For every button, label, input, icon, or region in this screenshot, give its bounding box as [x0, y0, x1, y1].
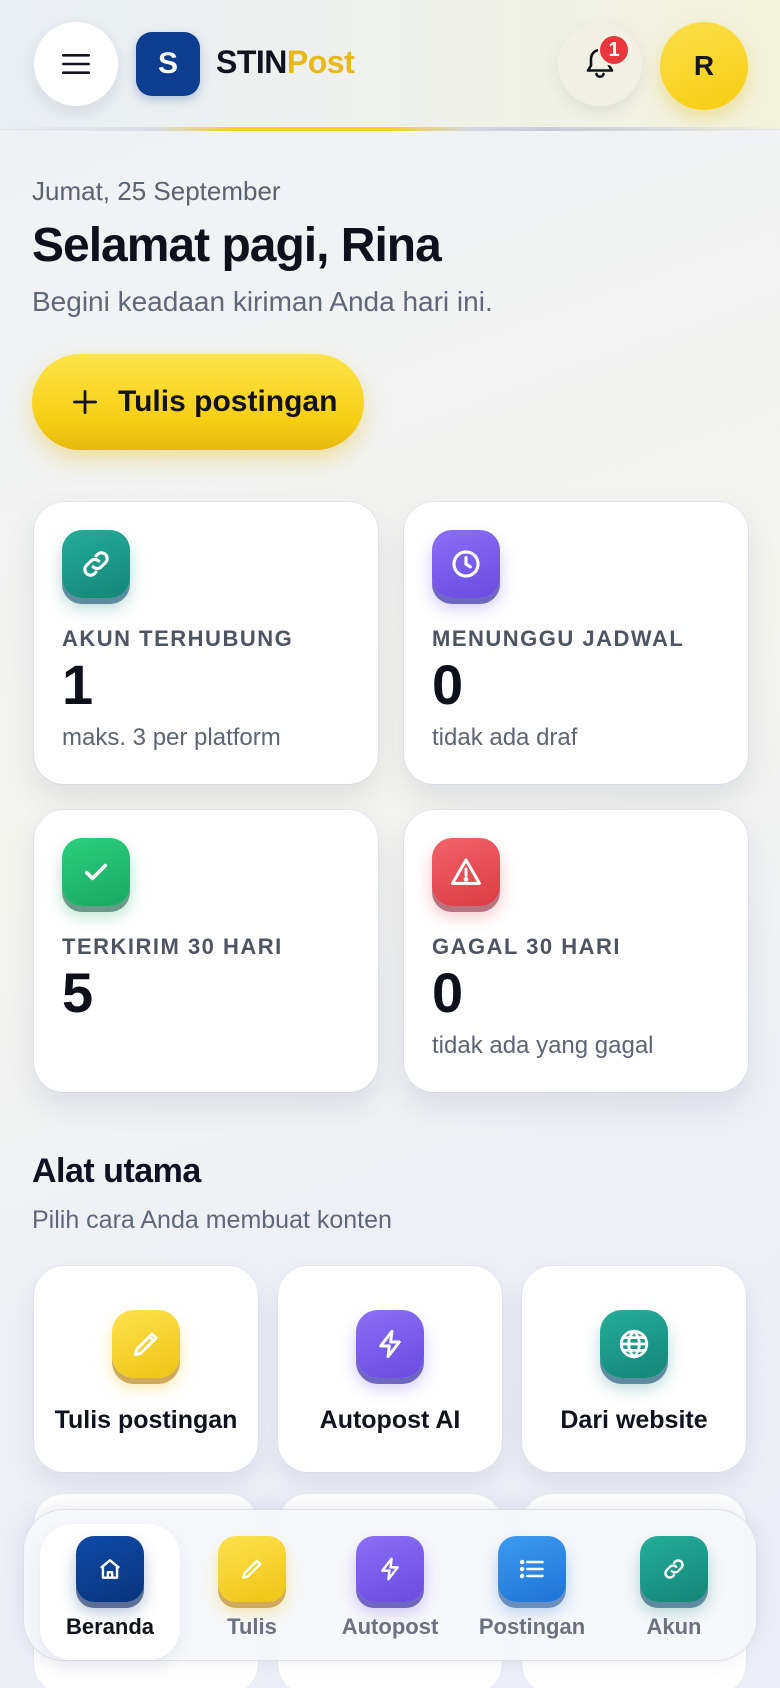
- bottom-navigation: Beranda Tulis Autopost Postingan Akun: [24, 1510, 756, 1660]
- stat-label: TERKIRIM 30 HARI: [62, 934, 283, 959]
- page-subtitle: Begini keadaan kiriman Anda hari ini.: [32, 286, 493, 317]
- pencil-icon: [218, 1536, 286, 1602]
- check-icon: [62, 838, 130, 906]
- stat-value: 0: [432, 961, 464, 1024]
- nav-item-autopost[interactable]: Autopost: [320, 1510, 460, 1660]
- nav-label: Autopost: [341, 1614, 439, 1639]
- nav-item-postingan[interactable]: Postingan: [462, 1510, 602, 1660]
- globe-icon: [600, 1310, 668, 1378]
- tool-card-write-post[interactable]: Tulis postingan: [34, 1266, 258, 1472]
- stat-note: tidak ada draf: [432, 724, 578, 751]
- stat-card-sent-30-days[interactable]: TERKIRIM 30 HARI 5: [34, 810, 378, 1092]
- brand-name: STINPost: [216, 44, 355, 81]
- current-date: Jumat, 25 September: [32, 176, 281, 206]
- nav-item-tulis[interactable]: Tulis: [182, 1510, 322, 1660]
- stat-label: AKUN TERHUBUNG: [62, 626, 294, 651]
- brand-name-part2: Post: [286, 44, 355, 80]
- top-bar-divider: [0, 127, 780, 131]
- menu-button[interactable]: [34, 22, 118, 106]
- clock-icon: [432, 530, 500, 598]
- lightning-icon: [356, 1536, 424, 1602]
- nav-item-beranda[interactable]: Beranda: [40, 1524, 180, 1660]
- lightning-icon: [356, 1310, 424, 1378]
- nav-item-akun[interactable]: Akun: [604, 1510, 744, 1660]
- app-logo: S: [136, 32, 200, 96]
- nav-label: Akun: [646, 1614, 702, 1639]
- write-post-button[interactable]: Tulis postingan: [32, 354, 364, 450]
- stat-card-failed-30-days[interactable]: GAGAL 30 HARI 0 tidak ada yang gagal: [404, 810, 748, 1092]
- link-icon: [640, 1536, 708, 1602]
- nav-label: Beranda: [65, 1614, 155, 1639]
- tool-label: Dari website: [560, 1406, 708, 1434]
- page-title: Selamat pagi, Rina: [32, 219, 442, 272]
- stat-value: 0: [432, 653, 464, 716]
- stat-label: MENUNGGU JADWAL: [432, 626, 685, 651]
- tool-card-from-website[interactable]: Dari website: [522, 1266, 746, 1472]
- stat-note: tidak ada yang gagal: [432, 1032, 654, 1059]
- stat-card-pending-schedule[interactable]: MENUNGGU JADWAL 0 tidak ada draf: [404, 502, 748, 784]
- brand-name-part1: STIN: [216, 44, 287, 80]
- stat-value: 1: [62, 653, 94, 716]
- write-post-button-label: Tulis postingan: [118, 385, 338, 418]
- section-subtitle: Pilih cara Anda membuat konten: [32, 1206, 392, 1234]
- warning-icon: [432, 838, 500, 906]
- nav-label: Tulis: [227, 1614, 277, 1639]
- section-title: Alat utama: [32, 1152, 201, 1190]
- stat-note: maks. 3 per platform: [62, 724, 281, 751]
- hamburger-icon: [62, 53, 90, 75]
- nav-label: Postingan: [478, 1614, 586, 1639]
- home-icon: [76, 1536, 144, 1602]
- notifications-button[interactable]: [558, 22, 642, 106]
- stat-label: GAGAL 30 HARI: [432, 934, 622, 959]
- pencil-icon: [112, 1310, 180, 1378]
- stat-card-connected-accounts[interactable]: AKUN TERHUBUNG 1 maks. 3 per platform: [34, 502, 378, 784]
- user-avatar[interactable]: R: [660, 22, 748, 110]
- notification-count-badge: 1: [598, 34, 630, 66]
- list-icon: [498, 1536, 566, 1602]
- tool-label: Autopost AI: [319, 1406, 461, 1434]
- link-icon: [62, 530, 130, 598]
- tool-label: Tulis postingan: [54, 1406, 238, 1434]
- stat-value: 5: [62, 961, 94, 1024]
- tool-card-autopost-ai[interactable]: Autopost AI: [278, 1266, 502, 1472]
- plus-icon: [72, 389, 98, 415]
